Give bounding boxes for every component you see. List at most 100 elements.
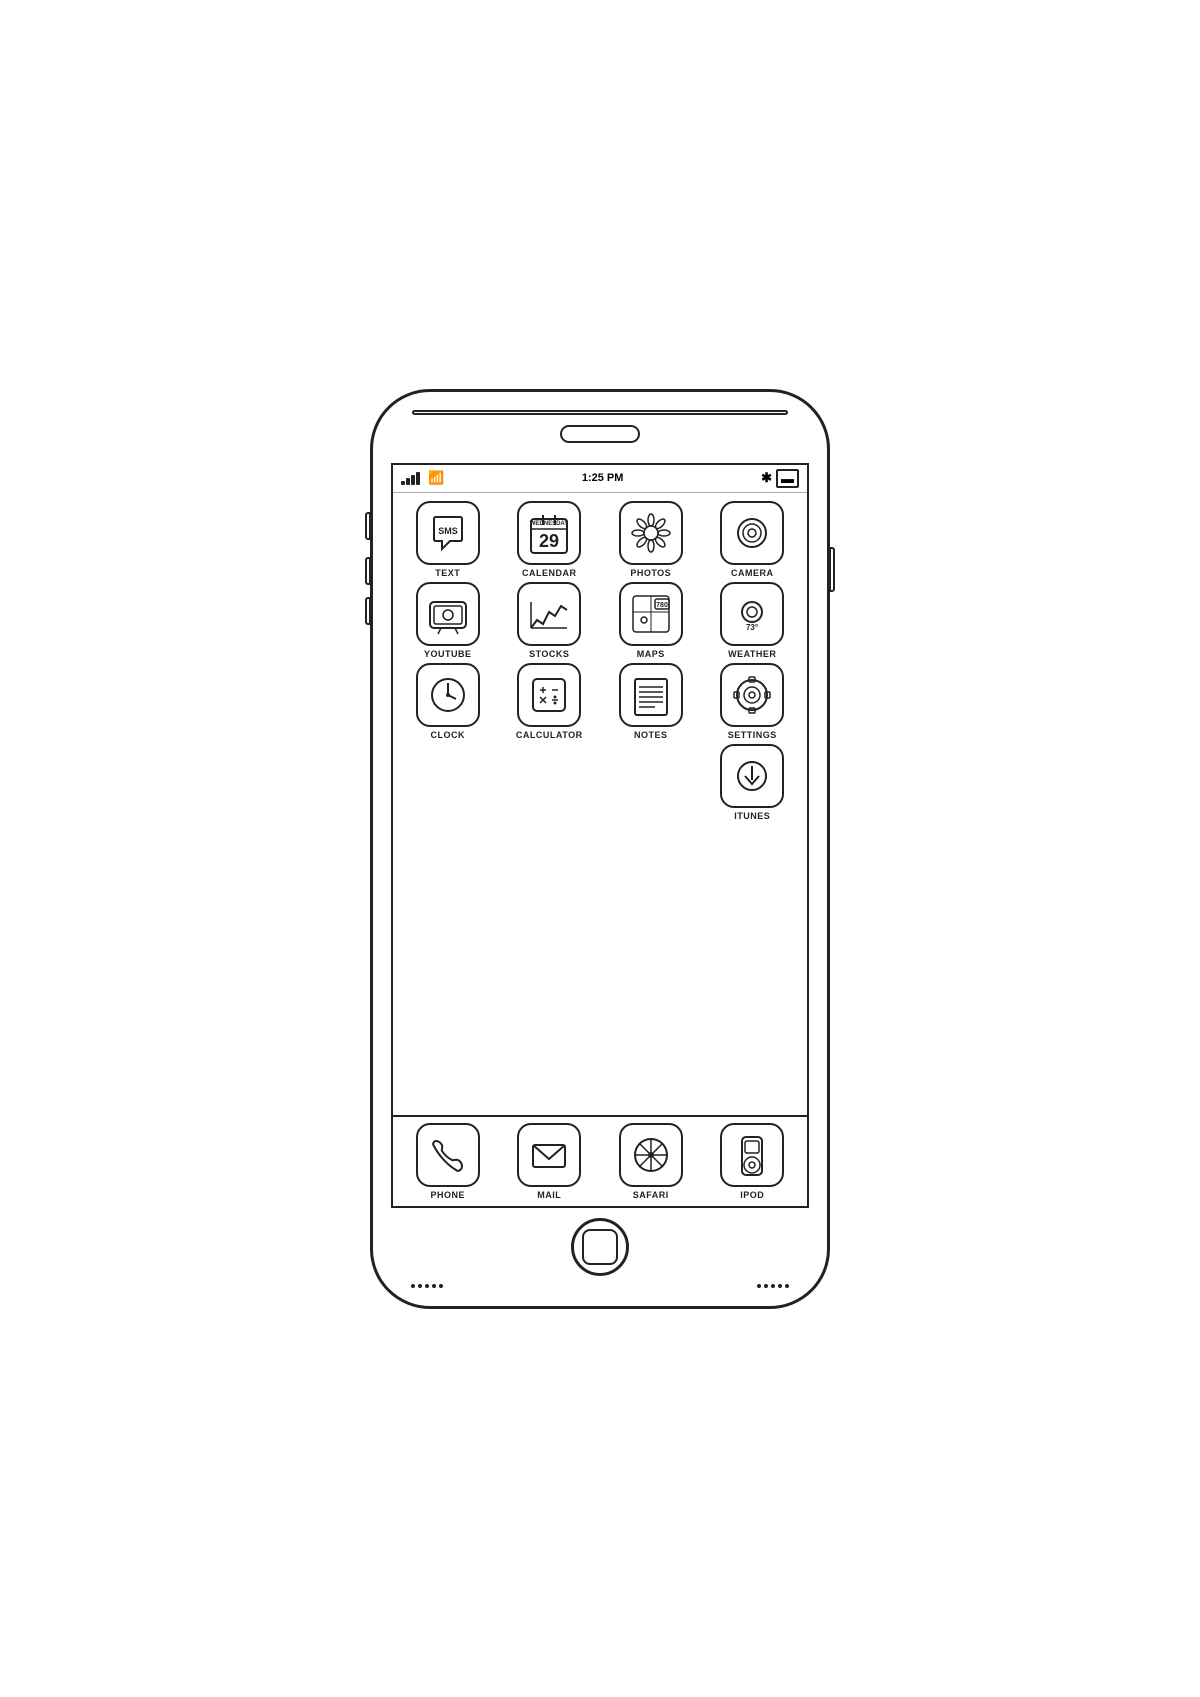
status-right: ✱ ▬ <box>761 469 799 488</box>
speaker-dot <box>425 1284 429 1288</box>
app-maps[interactable]: 780 MAPS <box>602 582 700 659</box>
app-icon-clock <box>416 663 480 727</box>
settings-icon-svg <box>730 673 774 717</box>
calendar-icon-svg: WEDNESDAY 29 <box>527 511 571 555</box>
wifi-icon: 📶 <box>428 470 444 486</box>
app-icon-camera <box>720 501 784 565</box>
app-label-text: TEXT <box>435 568 460 578</box>
phone-icon-svg <box>426 1133 470 1177</box>
dock-mail[interactable]: MAIL <box>501 1123 599 1200</box>
svg-text:29: 29 <box>539 531 559 551</box>
photos-icon-svg <box>629 511 673 555</box>
app-label-weather: WEATHER <box>728 649 776 659</box>
app-icon-photos <box>619 501 683 565</box>
app-settings[interactable]: SETTINGS <box>704 663 802 740</box>
maps-icon-svg: 780 <box>629 592 673 636</box>
speaker-left <box>411 1284 443 1288</box>
signal-bar-1 <box>401 481 405 485</box>
clock-icon-svg <box>426 673 470 717</box>
svg-text:780: 780 <box>656 602 668 609</box>
svg-text:73°: 73° <box>746 623 758 632</box>
app-itunes[interactable]: ITUNES <box>704 744 802 821</box>
app-icon-notes <box>619 663 683 727</box>
app-label-calculator: CALCULATOR <box>516 730 583 740</box>
status-time: 1:25 PM <box>582 472 624 484</box>
signal-bar-3 <box>411 475 415 485</box>
speaker-dot <box>785 1284 789 1288</box>
youtube-icon-svg <box>426 592 470 636</box>
speaker-dot <box>764 1284 768 1288</box>
power-button[interactable] <box>829 547 835 592</box>
dock-icon-safari <box>619 1123 683 1187</box>
earpiece <box>560 425 640 443</box>
text-icon-svg: SMS <box>426 511 470 555</box>
app-icon-calendar: WEDNESDAY 29 <box>517 501 581 565</box>
app-label-settings: SETTINGS <box>728 730 777 740</box>
speaker-right <box>757 1284 789 1288</box>
app-stocks[interactable]: STOCKS <box>501 582 599 659</box>
app-label-clock: CLOCK <box>431 730 466 740</box>
app-clock[interactable]: CLOCK <box>399 663 497 740</box>
app-icon-itunes <box>720 744 784 808</box>
app-label-itunes: ITUNES <box>734 811 770 821</box>
svg-text:WEDNESDAY: WEDNESDAY <box>530 521 568 527</box>
ipod-icon-svg <box>730 1133 774 1177</box>
dock-label-safari: SAFARI <box>633 1190 669 1200</box>
home-button-inner <box>582 1229 618 1265</box>
app-calculator[interactable]: CALCULATOR <box>501 663 599 740</box>
app-label-notes: NOTES <box>634 730 668 740</box>
home-button[interactable] <box>571 1218 629 1276</box>
battery-icon: ▬ <box>776 469 799 488</box>
signal-bar-2 <box>406 478 410 485</box>
dock-label-ipod: IPOD <box>740 1190 764 1200</box>
camera-icon-svg <box>730 511 774 555</box>
app-label-stocks: STOCKS <box>529 649 569 659</box>
dock-label-phone: PHONE <box>430 1190 465 1200</box>
status-left: 📶 <box>401 470 444 486</box>
svg-text:SMS: SMS <box>438 526 458 536</box>
app-grid: SMS TEXT WEDNESDAY 29 CALE <box>393 493 807 1115</box>
app-label-calendar: CALENDAR <box>522 568 577 578</box>
app-icon-text: SMS <box>416 501 480 565</box>
phone-bottom <box>391 1208 809 1288</box>
signal-bar-4 <box>416 472 420 485</box>
app-photos[interactable]: PHOTOS <box>602 501 700 578</box>
stocks-icon-svg <box>527 592 571 636</box>
app-camera[interactable]: CAMERA <box>704 501 802 578</box>
speaker-dot <box>757 1284 761 1288</box>
app-text[interactable]: SMS TEXT <box>399 501 497 578</box>
weather-icon-svg: 73° <box>730 592 774 636</box>
app-label-youtube: YOUTUBE <box>424 649 472 659</box>
notes-icon-svg <box>629 673 673 717</box>
mute-button[interactable] <box>365 597 371 625</box>
app-weather[interactable]: 73° WEATHER <box>704 582 802 659</box>
screen: 📶 1:25 PM ✱ ▬ SMS TEXT <box>391 463 809 1208</box>
dock-safari[interactable]: SAFARI <box>602 1123 700 1200</box>
phone-device: 📶 1:25 PM ✱ ▬ SMS TEXT <box>370 389 830 1309</box>
app-youtube[interactable]: YOUTUBE <box>399 582 497 659</box>
dock-icon-phone <box>416 1123 480 1187</box>
status-bar: 📶 1:25 PM ✱ ▬ <box>393 465 807 493</box>
app-label-photos: PHOTOS <box>630 568 671 578</box>
app-icon-youtube <box>416 582 480 646</box>
safari-icon-svg <box>629 1133 673 1177</box>
speakers <box>391 1276 809 1288</box>
speaker-dot <box>432 1284 436 1288</box>
volume-down-button[interactable] <box>365 557 371 585</box>
app-icon-maps: 780 <box>619 582 683 646</box>
app-icon-calculator <box>517 663 581 727</box>
app-notes[interactable]: NOTES <box>602 663 700 740</box>
speaker-dot <box>771 1284 775 1288</box>
phone-top <box>391 410 809 463</box>
top-bar <box>412 410 788 415</box>
app-label-camera: CAMERA <box>731 568 774 578</box>
volume-up-button[interactable] <box>365 512 371 540</box>
app-label-maps: MAPS <box>637 649 665 659</box>
app-calendar[interactable]: WEDNESDAY 29 CALENDAR <box>501 501 599 578</box>
dock-phone[interactable]: PHONE <box>399 1123 497 1200</box>
dock-ipod[interactable]: IPOD <box>704 1123 802 1200</box>
dock: PHONE MAIL <box>393 1115 807 1206</box>
dock-label-mail: MAIL <box>537 1190 561 1200</box>
mail-icon-svg <box>527 1133 571 1177</box>
app-icon-stocks <box>517 582 581 646</box>
